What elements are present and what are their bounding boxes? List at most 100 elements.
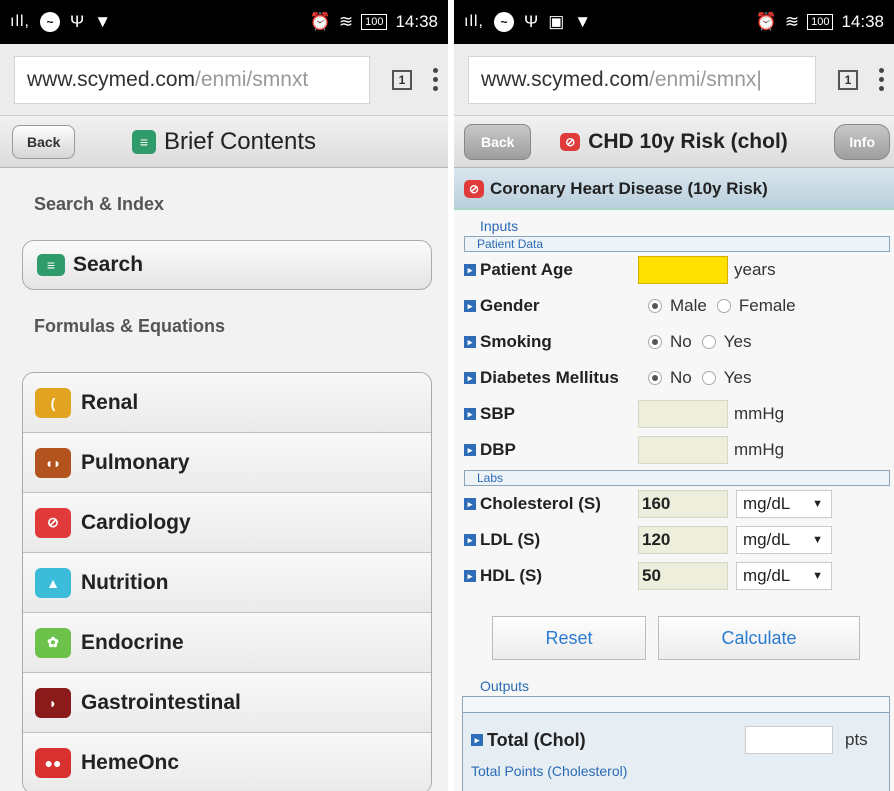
hdl-unit-select[interactable]: mg/dL ▼ — [736, 562, 832, 590]
patient-data-group: Patient Data — [464, 236, 890, 252]
arrow-icon: ▸ — [464, 300, 476, 312]
stomach-icon: ◗ — [35, 687, 71, 718]
outputs-header-bar — [463, 697, 889, 713]
list-item-nutrition[interactable]: ▲ Nutrition — [23, 553, 431, 613]
arrow-icon: ▸ — [464, 498, 476, 510]
smoking-row: ▸ Smoking No Yes — [454, 324, 894, 360]
total-row: ▸ Total (Chol) pts — [463, 713, 889, 759]
hdl-input[interactable]: 50 — [638, 562, 728, 590]
gender-female-radio[interactable] — [716, 299, 731, 313]
total-unit: pts — [845, 730, 868, 749]
list-item-hemeonc[interactable]: ●● HemeOnc — [23, 733, 431, 791]
total-description: Total Points (Cholesterol) — [471, 763, 628, 779]
gender-label: ▸ Gender — [464, 296, 638, 316]
gender-row: ▸ Gender Male Female — [454, 288, 894, 324]
list-item-label: Gastrointestinal — [81, 690, 241, 714]
list-item-pulmonary[interactable]: ◖◗ Pulmonary — [23, 433, 431, 493]
clock: 14:38 — [841, 12, 884, 31]
age-input[interactable] — [638, 256, 728, 284]
endocrine-icon: ✿ — [35, 627, 71, 658]
messenger-icon: ~ — [40, 12, 60, 32]
alarm-icon: ⏰ — [755, 12, 777, 31]
wifi-icon: ≋ — [338, 12, 354, 31]
diabetes-yes-label: Yes — [723, 368, 752, 387]
diabetes-no-radio[interactable] — [648, 371, 662, 385]
list-item-label: Pulmonary — [81, 450, 190, 474]
list-item-label: Endocrine — [81, 630, 184, 654]
arrow-icon: ▸ — [464, 372, 476, 384]
dropdown-arrow-icon: ▼ — [812, 570, 823, 582]
back-button[interactable]: Back — [12, 124, 76, 159]
outputs-panel: ▸ Total (Chol) pts Total Points (Cholest… — [462, 696, 890, 791]
book-icon: ≡ — [37, 254, 65, 276]
inputs-label: Inputs — [480, 218, 519, 234]
messenger-icon: ~ — [494, 12, 514, 32]
page-title-text: CHD 10y Risk (chol) — [588, 129, 788, 153]
tab-switcher-button[interactable]: 1 — [392, 69, 412, 90]
arrow-icon: ▸ — [464, 336, 476, 348]
smoking-no-radio[interactable] — [648, 335, 662, 349]
list-item-cardiology[interactable]: ⊘ Cardiology — [23, 493, 431, 553]
tab-switcher-button[interactable]: 1 — [838, 69, 858, 90]
labs-group: Labs — [464, 470, 890, 486]
ldl-row: ▸ LDL (S) 120 mg/dL ▼ — [454, 522, 894, 558]
hdl-row: ▸ HDL (S) 50 mg/dL ▼ — [454, 558, 894, 594]
url-path: /enmi/smnx| — [649, 67, 762, 91]
status-bar: ıll, ~ Ψ ▼ ⏰ ≋ 100 14:38 — [0, 0, 448, 44]
url-bar[interactable]: www.scymed.com/enmi/smnx| — [468, 55, 816, 104]
battery-icon: 100 — [807, 14, 834, 30]
url-bar[interactable]: www.scymed.com/enmi/smnxt — [14, 55, 370, 104]
reset-button[interactable]: Reset — [492, 616, 646, 660]
cholesterol-label: ▸ Cholesterol (S) — [464, 494, 638, 514]
sbp-unit: mmHg — [734, 404, 785, 423]
book-icon: ≡ — [131, 129, 156, 154]
calculator-title-text: Coronary Heart Disease (10y Risk) — [490, 178, 768, 198]
menu-icon[interactable] — [432, 68, 438, 91]
arrow-icon: ▸ — [471, 734, 483, 746]
shield-icon: ▼ — [94, 12, 112, 31]
list-item-endocrine[interactable]: ✿ Endocrine — [23, 613, 431, 673]
blood-cells-icon: ●● — [35, 747, 71, 778]
nutrition-icon: ▲ — [35, 567, 71, 598]
info-button[interactable]: Info — [834, 123, 890, 160]
calculate-button[interactable]: Calculate — [658, 616, 860, 660]
diabetes-yes-radio[interactable] — [701, 371, 716, 385]
arrow-icon: ▸ — [464, 264, 476, 276]
dropdown-arrow-icon: ▼ — [812, 498, 823, 510]
cholesterol-unit-select[interactable]: mg/dL ▼ — [736, 490, 832, 518]
page-header: Back ≡ Brief Contents — [0, 116, 448, 168]
dbp-input[interactable] — [638, 436, 728, 464]
usb-icon: Ψ — [524, 12, 539, 31]
sbp-input[interactable] — [638, 400, 728, 428]
smoking-label: ▸ Smoking — [464, 332, 638, 352]
url-domain: www.scymed.com — [27, 67, 196, 91]
cholesterol-input[interactable]: 160 — [638, 490, 728, 518]
smoking-yes-radio[interactable] — [701, 335, 716, 349]
search-button[interactable]: ≡ Search — [22, 240, 432, 290]
gender-male-radio[interactable] — [648, 299, 662, 313]
ldl-input[interactable]: 120 — [638, 526, 728, 554]
heart-icon: ⊘ — [560, 132, 581, 151]
list-item-label: Cardiology — [81, 510, 191, 534]
right-screen: ıll, ~ Ψ ▣ ▼ ⏰ ≋ 100 14:38 www.scymed.co… — [454, 0, 894, 791]
dbp-unit: mmHg — [734, 440, 785, 459]
back-button[interactable]: Back — [464, 123, 532, 160]
arrow-icon: ▸ — [464, 408, 476, 420]
shield-icon: ▼ — [574, 12, 592, 31]
age-row: ▸ Patient Age years — [454, 252, 894, 288]
list-item-label: Nutrition — [81, 570, 169, 594]
list-item-gastrointestinal[interactable]: ◗ Gastrointestinal — [23, 673, 431, 733]
menu-icon[interactable] — [878, 68, 884, 91]
gender-male-label: Male — [670, 296, 707, 315]
image-icon: ▣ — [548, 12, 565, 31]
total-output — [745, 726, 833, 754]
ldl-label: ▸ LDL (S) — [464, 530, 638, 550]
smoking-no-label: No — [670, 332, 692, 351]
arrow-icon: ▸ — [464, 570, 476, 582]
ldl-unit-select[interactable]: mg/dL ▼ — [736, 526, 832, 554]
kidney-icon: ( — [35, 387, 71, 418]
battery-icon: 100 — [361, 14, 388, 30]
list-item-renal[interactable]: ( Renal — [23, 373, 431, 433]
left-screen: ıll, ~ Ψ ▼ ⏰ ≋ 100 14:38 www.scymed.com /… — [0, 0, 448, 791]
cholesterol-row: ▸ Cholesterol (S) 160 mg/dL ▼ — [454, 486, 894, 522]
